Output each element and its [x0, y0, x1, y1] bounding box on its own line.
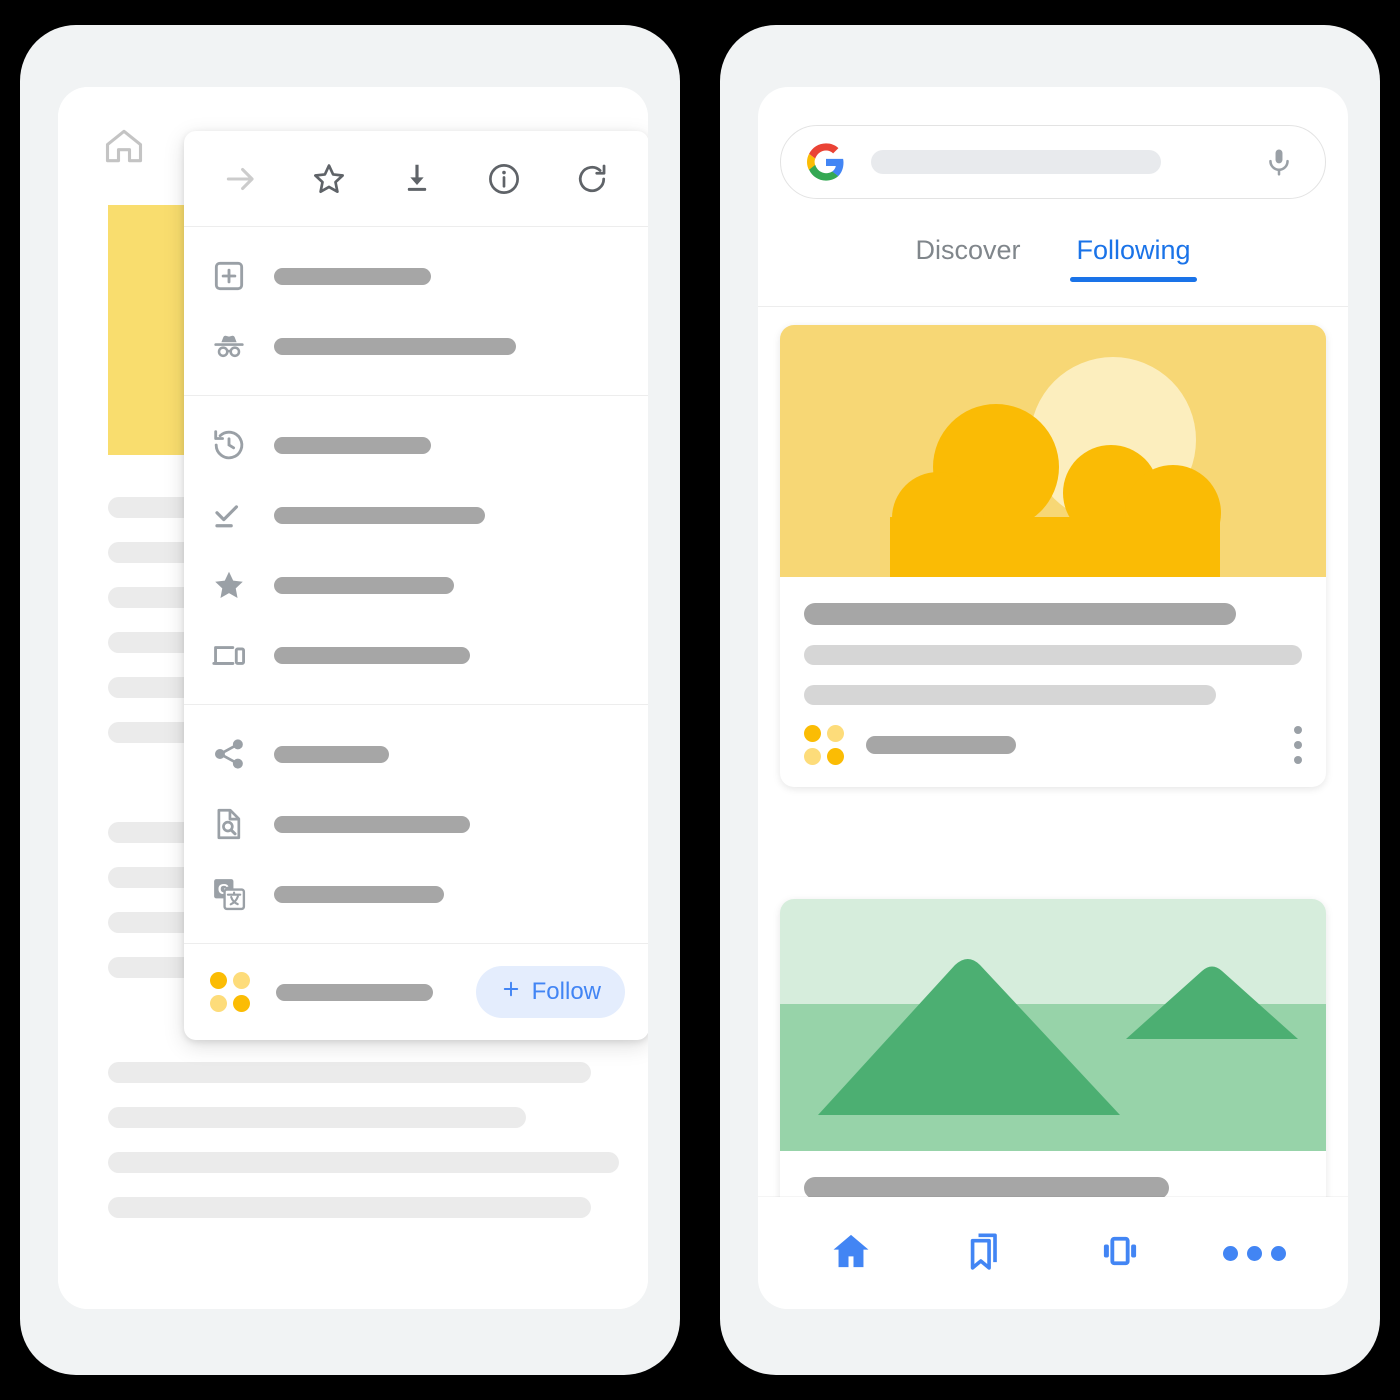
four-dots-favicon	[804, 725, 844, 765]
menu-item-share[interactable]	[184, 719, 648, 789]
weather-card[interactable]	[780, 325, 1326, 787]
mountains-card[interactable]	[780, 899, 1326, 1197]
card-text-placeholder	[804, 645, 1302, 665]
menu-item-follow-source[interactable]: Follow	[184, 944, 648, 1040]
microphone-icon[interactable]	[1263, 146, 1295, 178]
download-icon[interactable]	[390, 160, 444, 198]
weather-card-body	[780, 577, 1326, 787]
mountains-card-body	[780, 1151, 1326, 1197]
menu-item-label	[274, 576, 454, 594]
home-icon[interactable]	[102, 124, 146, 168]
reload-icon[interactable]	[565, 160, 619, 198]
phone-left-screen: G Follow	[58, 87, 648, 1309]
nav-tab-switcher-button[interactable]	[1082, 1215, 1158, 1291]
four-dots-favicon	[210, 972, 250, 1012]
menu-item-translate[interactable]: G	[184, 859, 648, 929]
menu-item-label	[274, 646, 470, 664]
find-in-page-icon	[210, 805, 266, 843]
bookmarks-icon	[963, 1228, 1009, 1279]
feed-tabs: Discover Following	[758, 235, 1348, 307]
card-title-placeholder	[804, 603, 1236, 625]
nav-home-button[interactable]	[813, 1215, 889, 1291]
page-text-line	[108, 1152, 619, 1173]
feed-list	[758, 309, 1348, 1197]
follow-button-label: Follow	[531, 978, 601, 1005]
menu-item-label	[274, 885, 444, 903]
menu-item-devices[interactable]	[184, 620, 648, 690]
new-tab-icon	[210, 257, 266, 295]
page-text-line	[108, 1107, 526, 1128]
card-source-placeholder	[866, 736, 1016, 754]
browser-overflow-menu[interactable]: G Follow	[184, 131, 648, 1040]
menu-item-new-tab[interactable]	[184, 241, 648, 311]
source-name-placeholder	[276, 983, 433, 1001]
menu-group-follow: Follow	[184, 944, 648, 1040]
search-input[interactable]	[871, 150, 1161, 174]
history-icon	[210, 426, 266, 464]
info-circle-icon[interactable]	[477, 160, 531, 198]
tab-discover[interactable]: Discover	[915, 235, 1020, 282]
menu-item-label	[274, 815, 470, 833]
incognito-icon	[210, 327, 266, 365]
share-icon	[210, 735, 266, 773]
star-outline-icon[interactable]	[302, 160, 356, 198]
menu-item-label	[274, 337, 516, 355]
menu-item-incognito[interactable]	[184, 311, 648, 381]
kebab-menu-icon[interactable]	[1294, 726, 1302, 764]
left-edge-notch-bottom	[0, 470, 22, 620]
home-filled-icon	[828, 1228, 874, 1279]
downloads-check-icon	[210, 496, 266, 534]
weather-card-footer	[804, 725, 1302, 765]
phone-left-frame: G Follow	[20, 25, 680, 1375]
center-notch-top	[680, 300, 720, 470]
tab-switcher-icon	[1097, 1228, 1143, 1279]
plus-icon	[500, 978, 522, 1007]
menu-item-label	[274, 267, 431, 285]
mountains-illustration	[780, 899, 1326, 1151]
follow-button[interactable]: Follow	[475, 966, 625, 1018]
card-title-placeholder	[804, 1177, 1169, 1197]
star-filled-icon	[210, 566, 266, 604]
screenshot-stage: G Follow Discover Following	[0, 0, 1400, 1400]
menu-group-library	[184, 396, 648, 705]
menu-item-label	[274, 745, 389, 763]
forward-arrow-icon[interactable]	[214, 160, 268, 198]
right-edge-notch-top	[1378, 455, 1400, 475]
left-edge-notch-top	[0, 315, 22, 465]
phone-right-frame: Discover Following	[720, 25, 1380, 1375]
menu-group-page-tools: G	[184, 705, 648, 944]
menu-icon-bar	[184, 131, 648, 227]
devices-icon	[210, 636, 266, 674]
nav-more-button[interactable]	[1217, 1215, 1293, 1291]
menu-group-tabs	[184, 227, 648, 396]
card-text-placeholder	[804, 685, 1216, 705]
nav-bookmarks-button[interactable]	[948, 1215, 1024, 1291]
tab-following[interactable]: Following	[1070, 235, 1197, 282]
menu-item-find-in-page[interactable]	[184, 789, 648, 859]
bottom-navigation-bar	[758, 1197, 1348, 1309]
google-g-logo	[807, 143, 845, 181]
translate-icon: G	[210, 875, 266, 913]
page-text-line	[108, 1197, 591, 1218]
menu-item-downloads[interactable]	[184, 480, 648, 550]
center-notch-bottom	[680, 615, 720, 640]
more-dots-icon	[1223, 1245, 1287, 1261]
menu-item-label	[274, 506, 485, 524]
phone-right-screen: Discover Following	[758, 87, 1348, 1309]
search-bar[interactable]	[780, 125, 1326, 199]
menu-item-history[interactable]	[184, 410, 648, 480]
partly-cloudy-illustration	[780, 325, 1326, 577]
right-edge-notch-bottom	[1378, 620, 1400, 700]
menu-item-label	[274, 436, 431, 454]
page-text-line	[108, 1062, 591, 1083]
menu-item-bookmarks[interactable]	[184, 550, 648, 620]
